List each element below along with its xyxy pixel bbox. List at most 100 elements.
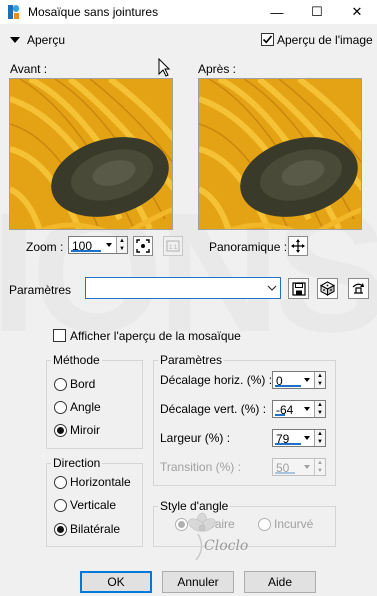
- chevron-down-icon: [304, 465, 310, 469]
- width-dropdown[interactable]: [303, 430, 313, 446]
- pan-button[interactable]: [288, 236, 308, 256]
- h-offset-dropdown[interactable]: [303, 372, 313, 388]
- transition-spinbox[interactable]: 50 ▲ ▼: [272, 458, 326, 476]
- zoom-stepper[interactable]: ▲ ▼: [116, 237, 127, 253]
- image-preview-checkbox[interactable]: [261, 33, 274, 46]
- flower-logo-icon: [188, 512, 216, 561]
- app-icon: [6, 4, 22, 20]
- save-preset-button[interactable]: [288, 278, 309, 299]
- zoom-underline: [71, 250, 101, 252]
- mosaic-preview-label: Afficher l'aperçu de la mosaïque: [70, 329, 241, 343]
- svg-text:1:1: 1:1: [169, 245, 178, 251]
- method-label-bord: Bord: [70, 377, 96, 391]
- v-offset-label: Décalage vert. (%) :: [160, 402, 267, 416]
- params-label: Paramètres: [9, 283, 72, 297]
- zoom-label: Zoom :: [26, 240, 64, 254]
- direction-radio-horizontale[interactable]: [54, 476, 67, 489]
- maximize-button[interactable]: ☐: [297, 0, 337, 24]
- arrow-up-icon[interactable]: ▲: [315, 459, 325, 467]
- save-icon: [291, 281, 306, 296]
- width-label: Largeur (%) :: [160, 431, 231, 445]
- method-label-angle: Angle: [70, 400, 101, 414]
- zoom-fit-button[interactable]: [133, 236, 153, 256]
- h-offset-spinbox[interactable]: 0 ▲ ▼: [272, 371, 326, 389]
- method-radio-angle[interactable]: [54, 401, 67, 414]
- random-button[interactable]: [317, 278, 338, 299]
- direction-label-bilaterale: Bilatérale: [70, 522, 121, 536]
- actual-size-button[interactable]: 1:1: [163, 236, 183, 256]
- direction-label-horizontale: Horizontale: [70, 475, 131, 489]
- arrow-up-icon[interactable]: ▲: [315, 401, 325, 409]
- transition-label: Transition (%) :: [160, 460, 241, 474]
- h-offset-stepper[interactable]: ▲ ▼: [314, 372, 325, 388]
- reset-button[interactable]: [348, 278, 369, 299]
- actual-size-icon: 1:1: [166, 240, 180, 252]
- presets-dropdown[interactable]: [85, 277, 281, 299]
- arrow-up-icon[interactable]: ▲: [315, 372, 325, 380]
- width-stepper[interactable]: ▲ ▼: [314, 430, 325, 446]
- zoom-dropdown[interactable]: [105, 237, 115, 253]
- chevron-down-icon: [304, 378, 310, 382]
- mouse-cursor-icon: [158, 58, 170, 77]
- arrow-up-icon[interactable]: ▲: [117, 237, 127, 245]
- preview-toggle[interactable]: Aperçu: [10, 33, 65, 47]
- window-title: Mosaïque sans jointures: [28, 5, 159, 19]
- v-offset-dropdown[interactable]: [303, 401, 313, 417]
- arrow-down-icon[interactable]: ▼: [315, 409, 325, 417]
- ok-button[interactable]: OK: [80, 571, 152, 593]
- method-radio-miroir[interactable]: [54, 424, 67, 437]
- title-bar: Mosaïque sans jointures — ☐ ✕: [0, 0, 377, 24]
- arrow-down-icon[interactable]: ▼: [315, 438, 325, 446]
- close-button[interactable]: ✕: [337, 0, 377, 24]
- method-title: Méthode: [51, 353, 102, 367]
- arrow-down-icon[interactable]: ▼: [117, 245, 127, 253]
- preview-toggle-label: Aperçu: [27, 33, 66, 47]
- checkmark-icon: [262, 35, 273, 44]
- pan-label: Panoramique :: [209, 240, 288, 254]
- after-label: Après :: [198, 62, 237, 76]
- v-offset-slider[interactable]: [275, 414, 285, 416]
- reset-icon: [352, 283, 364, 294]
- transition-slider[interactable]: [275, 472, 295, 474]
- settings-group: Paramètres Décalage horiz. (%) : 0 ▲ ▼ Dé…: [153, 353, 336, 486]
- h-offset-slider[interactable]: [275, 385, 301, 387]
- after-preview-image[interactable]: [198, 78, 362, 230]
- width-spinbox[interactable]: 79 ▲ ▼: [272, 429, 326, 447]
- cloclo-watermark: Cloclo: [176, 508, 266, 564]
- method-radio-bord[interactable]: [54, 378, 67, 391]
- before-preview-image[interactable]: [9, 78, 173, 230]
- cancel-button[interactable]: Annuler: [162, 571, 234, 593]
- direction-radio-bilaterale[interactable]: [54, 523, 67, 536]
- arrow-down-icon[interactable]: ▼: [315, 380, 325, 388]
- collapse-arrow-icon: [10, 37, 20, 43]
- transition-stepper[interactable]: ▲ ▼: [314, 459, 325, 475]
- chevron-down-icon: [106, 243, 112, 247]
- arrow-down-icon[interactable]: ▼: [315, 467, 325, 475]
- chevron-down-icon: [304, 407, 310, 411]
- v-offset-stepper[interactable]: ▲ ▼: [314, 401, 325, 417]
- method-label-miroir: Miroir: [70, 423, 100, 437]
- direction-radio-verticale[interactable]: [54, 499, 67, 512]
- dice-icon: [320, 281, 335, 296]
- image-preview-label: Aperçu de l'image: [277, 33, 373, 47]
- watermark-text: Cloclo: [204, 538, 249, 554]
- chevron-down-icon: [304, 436, 310, 440]
- fit-view-icon: [136, 239, 150, 253]
- chevron-down-icon[interactable]: [264, 278, 280, 298]
- mosaic-preview-checkbox[interactable]: [53, 329, 66, 342]
- minimize-button[interactable]: —: [257, 0, 297, 24]
- settings-title: Paramètres: [158, 353, 225, 367]
- direction-label-verticale: Verticale: [70, 498, 117, 512]
- direction-group: Direction Horizontale Verticale Bilatéra…: [46, 456, 143, 547]
- transition-dropdown[interactable]: [303, 459, 313, 475]
- arrow-up-icon[interactable]: ▲: [315, 430, 325, 438]
- move-icon: [291, 239, 305, 253]
- zoom-spinbox[interactable]: 100 ▲ ▼: [68, 236, 128, 254]
- direction-title: Direction: [51, 456, 103, 470]
- method-group: Méthode Bord Angle Miroir: [46, 353, 143, 449]
- h-offset-label: Décalage horiz. (%) :: [160, 373, 273, 387]
- width-slider[interactable]: [275, 443, 301, 445]
- corner-label-incurve: Incurvé: [274, 517, 314, 531]
- help-button[interactable]: Aide: [244, 571, 316, 593]
- v-offset-spinbox[interactable]: -64 ▲ ▼: [272, 400, 326, 418]
